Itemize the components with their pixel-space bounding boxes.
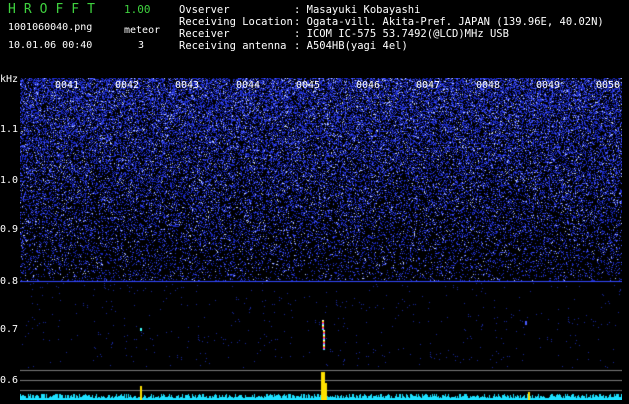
x-tick-label: 0044	[236, 80, 261, 91]
info-label-observer: Ovserver	[179, 4, 230, 16]
y-tick-label: 1.1	[0, 124, 19, 135]
file-datetime: 10.01.06 00:40	[8, 40, 93, 51]
info-label-receiver: Receiver	[179, 28, 230, 40]
x-tick-label: 0047	[416, 80, 441, 91]
file-name: 1001060040.png	[8, 22, 93, 33]
x-tick-label: 0050	[596, 80, 621, 91]
x-tick-label: 0049	[536, 80, 561, 91]
x-tick-label: 0043	[175, 80, 200, 91]
x-tick-label: 0042	[115, 80, 140, 91]
info-label-location: Receiving Location	[179, 16, 293, 28]
y-tick-label: 0.8	[0, 276, 19, 287]
x-tick-label: 0046	[356, 80, 381, 91]
meteor-count: 3	[138, 40, 145, 51]
info-label-antenna: Receiving antenna	[179, 40, 287, 52]
info-value-observer: : Masayuki Kobayashi	[294, 4, 421, 16]
y-tick-label: 0.9	[0, 224, 19, 235]
x-tick-label: 0048	[476, 80, 501, 91]
y-axis-unit: kHz	[0, 74, 19, 85]
y-tick-label: 0.7	[0, 324, 19, 335]
info-value-location: : Ogata-vill. Akita-Pref. JAPAN (139.96E…	[294, 16, 604, 28]
meteor-label: meteor	[124, 25, 161, 36]
x-tick-label: 0045	[296, 80, 321, 91]
x-tick-label: 0041	[55, 80, 80, 91]
app-version: 1.00	[124, 3, 151, 16]
info-value-receiver: : ICOM IC-575 53.7492(@LCD)MHz USB	[294, 28, 509, 40]
spectrogram	[20, 78, 622, 400]
y-tick-label: 1.0	[0, 175, 19, 186]
spectrogram-canvas	[20, 78, 622, 400]
info-value-antenna: : A504HB(yagi 4el)	[294, 40, 408, 52]
y-tick-label: 0.6	[0, 375, 19, 386]
app-title: HROFFT	[8, 2, 103, 17]
